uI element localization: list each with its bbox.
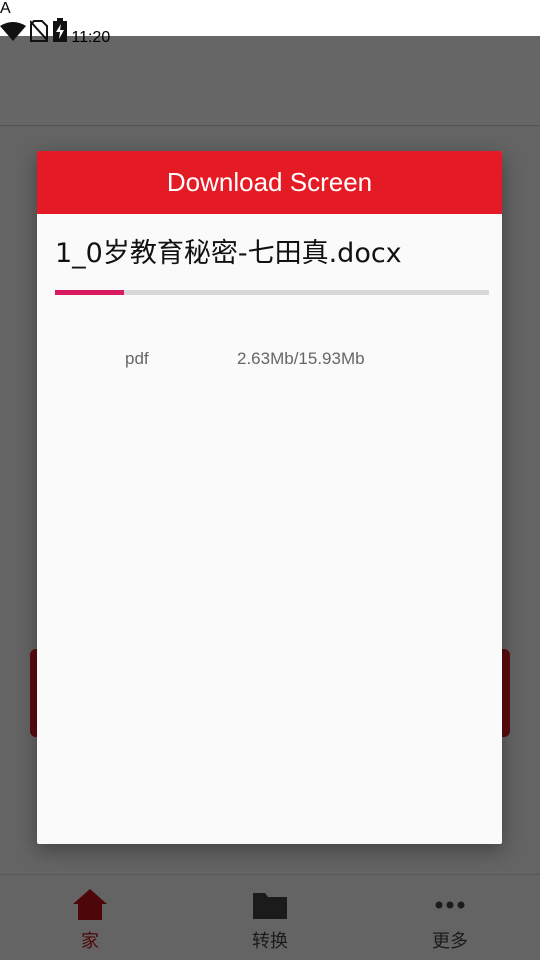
dialog-title: Download Screen	[166, 167, 373, 197]
status-icons: 11:20	[0, 18, 540, 47]
wifi-icon	[0, 22, 26, 41]
dialog-header: Download Screen	[37, 151, 502, 214]
file-type-label: pdf	[125, 349, 149, 368]
notification-app-icon: A	[0, 0, 11, 17]
download-progress-fill	[55, 290, 125, 295]
status-bar-overlay: A 11:20	[0, 0, 540, 46]
file-name: 1_0岁教育秘密-七田真.docx	[55, 238, 402, 269]
no-sim-icon	[29, 20, 50, 42]
download-dialog: Download Screen 1_0岁教育秘密-七田真.docx pdf 2.…	[37, 151, 502, 844]
download-size-label: 2.63Mb/15.93Mb	[237, 349, 365, 368]
status-time: 11:20	[71, 29, 111, 46]
download-progress-bar	[55, 290, 489, 295]
battery-charging-icon	[52, 18, 67, 42]
